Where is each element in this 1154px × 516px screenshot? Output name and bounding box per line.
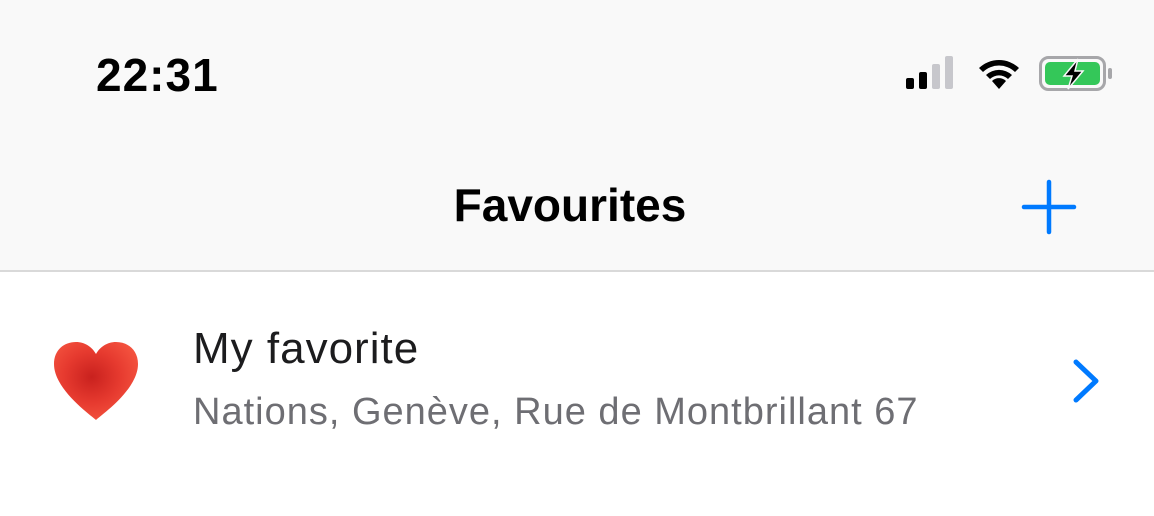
cellular-signal-icon: [906, 56, 953, 89]
plus-icon: [1021, 179, 1077, 235]
list-item[interactable]: My favorite Nations, Genève, Rue de Mont…: [0, 274, 1154, 484]
chevron-right-icon: [1073, 359, 1099, 403]
favourites-screen: 22:31 Favourites My favorite Nations, Ge…: [0, 0, 1154, 516]
status-time: 22:31: [96, 49, 219, 101]
wifi-icon: [979, 60, 1019, 89]
status-icons: [906, 56, 1112, 91]
top-bar: 22:31 Favourites: [0, 0, 1154, 272]
heart-icon: [54, 342, 138, 420]
page-title: Favourites: [453, 179, 687, 231]
favorite-title: My favorite: [193, 324, 420, 373]
battery-charging-icon: [1039, 56, 1112, 91]
add-button[interactable]: [1020, 178, 1078, 236]
favorite-address: Nations, Genève, Rue de Montbrillant 67: [193, 391, 919, 433]
